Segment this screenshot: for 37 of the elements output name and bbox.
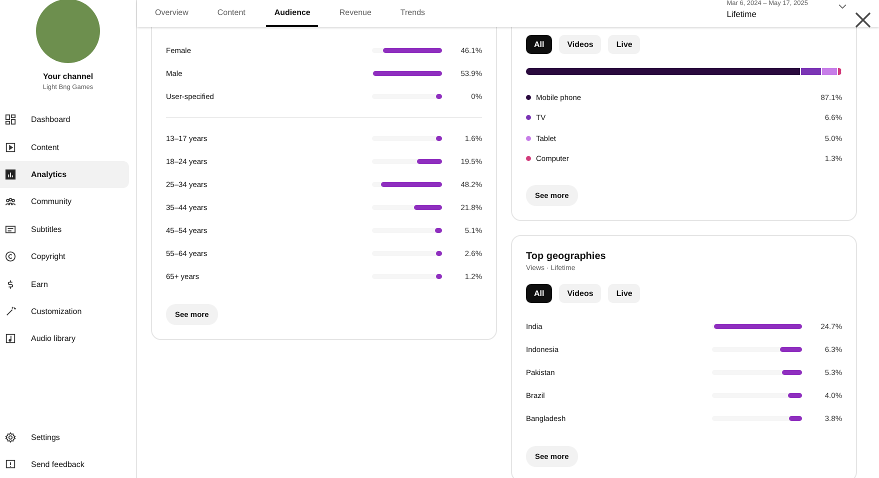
filter-chip[interactable]: All [526,284,552,303]
sidebar-item[interactable]: Settings [0,424,129,451]
tab[interactable]: Trends [392,0,434,27]
settings-icon [5,432,16,443]
channel-title: Your channel [42,72,94,81]
date-period: Lifetime [726,9,758,19]
feedback-icon [5,459,16,470]
sidebar-item[interactable]: Subtitles [0,216,129,243]
sidebar-item[interactable]: Customization [0,298,129,326]
tab[interactable]: Overview [155,0,196,27]
card-title: Top geographies [526,251,607,262]
filter-chip[interactable]: Videos [559,35,602,54]
sidebar-item[interactable]: Earn [0,270,129,298]
dashboard-icon [5,114,16,126]
sidebar-item[interactable]: Analytics [0,160,129,188]
filter-chip[interactable]: Live [608,35,640,54]
sidebar-item[interactable]: Audio library [0,325,129,353]
filter-chip[interactable]: Live [608,284,640,303]
play-icon [5,142,16,153]
music-note-icon [5,333,16,344]
chart-icon [5,168,16,180]
caret-icon [838,4,847,9]
sidebar-item[interactable]: Community [0,188,129,216]
subtitles-icon [5,224,16,235]
dollar-icon [5,278,16,290]
magic-wand-icon [5,306,16,317]
tab[interactable]: Revenue [331,0,380,27]
filter-chip[interactable]: All [526,35,552,54]
sidebar-item[interactable]: Content [0,133,129,161]
sidebar-item[interactable]: Send feedback [0,451,129,478]
sidebar-item[interactable]: Copyright [0,242,129,270]
tab[interactable]: Content [209,0,254,27]
people-icon [5,196,16,208]
filter-chip[interactable]: Videos [559,284,602,303]
close-icon[interactable] [855,12,871,28]
copyright-icon [5,251,16,262]
sidebar-item[interactable]: Dashboard [0,106,129,134]
